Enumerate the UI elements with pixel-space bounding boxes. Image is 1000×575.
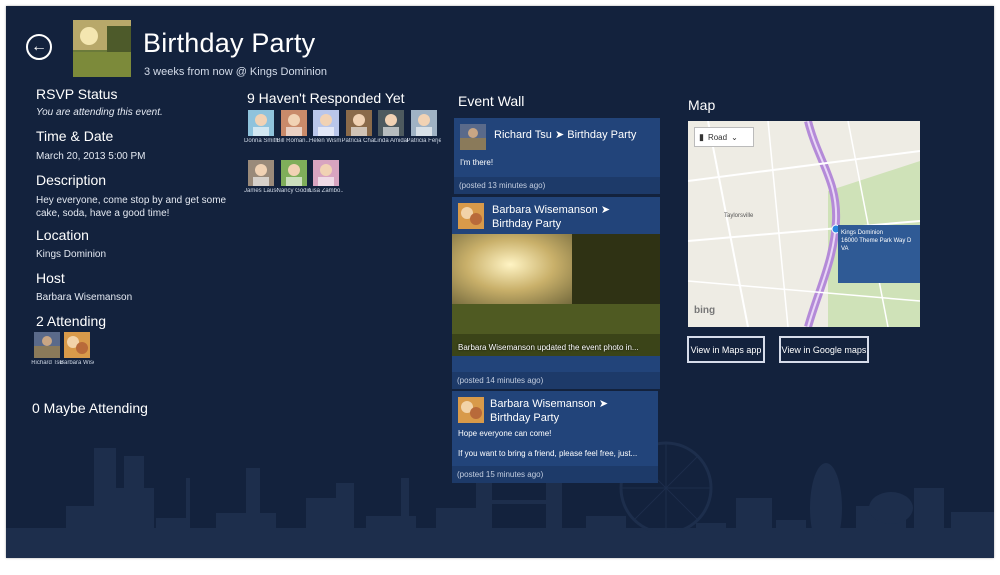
invitee-name: Nancy Goding: [276, 188, 311, 194]
attendee-name: Barbara Wisem...: [60, 360, 94, 366]
invitee[interactable]: James Lauson: [244, 160, 278, 195]
attendee-richard[interactable]: Richard Tsu: [30, 332, 64, 367]
event-subtitle: 3 weeks from now @ Kings Dominion: [144, 66, 327, 78]
avatar: [345, 110, 372, 136]
town-label: Taylorsville: [724, 213, 754, 219]
invitee-name: Linda Amidal...: [374, 138, 408, 144]
map-type-selector[interactable]: ▮ Road ⌄: [694, 127, 754, 147]
event-details-screen: ← Birthday Party 3 weeks from now @ King…: [6, 6, 994, 558]
avatar: [458, 203, 484, 229]
post-header: Barbara Wisemanson ➤ Birthday Party: [490, 397, 650, 425]
post-target: Birthday Party: [567, 129, 637, 141]
post-time: (posted 13 minutes ago): [454, 177, 660, 194]
wall-post[interactable]: Richard Tsu ➤ Birthday Party I'm there! …: [454, 118, 660, 194]
post-target: Birthday Party: [492, 218, 562, 230]
event-wall-heading: Event Wall: [458, 93, 525, 109]
post-text-line-2: If you want to bring a friend, please fe…: [458, 449, 638, 458]
avatar: [313, 160, 339, 186]
invitee-name: Donna Smith: [244, 138, 278, 144]
view-in-google-maps-button[interactable]: View in Google maps: [779, 336, 869, 363]
not-responded-heading: 9 Haven't Responded Yet: [247, 90, 405, 106]
post-text: Barbara Wisemanson updated the event pho…: [458, 343, 639, 352]
place-label-line: 16000 Theme Park Way D: [841, 238, 912, 244]
location-heading: Location: [36, 227, 89, 243]
attendee-barbara[interactable]: Barbara Wisem...: [60, 332, 94, 367]
back-arrow-icon: ←: [31, 38, 47, 55]
invitee[interactable]: Linda Amidal...: [374, 110, 408, 145]
post-author: Barbara Wisemanson: [492, 204, 598, 216]
post-text: Hope everyone can come!: [458, 429, 552, 438]
post-author: Barbara Wisemanson: [490, 398, 596, 410]
description-text: Hey everyone, come stop by and get some …: [36, 195, 227, 219]
invitee[interactable]: Patricia Ferjeb...: [407, 110, 441, 145]
back-button[interactable]: ←: [26, 34, 52, 60]
invitee-name: James Lauson: [244, 188, 278, 194]
invitee[interactable]: Helen Wism...: [309, 110, 343, 145]
post-author: Richard Tsu: [494, 129, 552, 141]
rsvp-heading: RSVP Status: [36, 86, 118, 102]
attendee-name: Richard Tsu: [31, 360, 63, 366]
invitee-name: Lisa Zambo...: [309, 188, 343, 194]
event-photo-thumbnail: [73, 20, 131, 77]
map-location-pin-label[interactable]: Kings Dominion 16000 Theme Park Way D VA: [838, 225, 920, 283]
wall-post[interactable]: Barbara Wisemanson ➤ Birthday Party Hope…: [452, 391, 658, 483]
post-arrow: ➤: [598, 398, 609, 410]
host-value: Barbara Wisemanson: [36, 292, 133, 303]
invitee[interactable]: Donna Smith: [244, 110, 278, 145]
map-view[interactable]: ▮ Road ⌄ Taylorsville Kings Dominion 160…: [688, 121, 920, 327]
time-value: March 20, 2013 5:00 PM: [36, 151, 146, 162]
bing-logo: bing: [694, 305, 716, 316]
post-target: Birthday Party: [490, 412, 560, 424]
place-label-line: Kings Dominion: [841, 230, 884, 236]
time-heading: Time & Date: [36, 128, 114, 144]
invitee[interactable]: Nancy Goding: [277, 160, 311, 195]
invitee-name: Helen Wism...: [309, 138, 343, 144]
traffic-icon: ▮: [699, 131, 704, 142]
avatar: [410, 110, 437, 136]
avatar: [280, 110, 307, 136]
invitee[interactable]: Patricia Chamb...: [342, 110, 376, 145]
avatar: [248, 110, 274, 136]
rsvp-status: You are attending this event.: [36, 107, 163, 118]
post-arrow: ➤: [554, 129, 565, 141]
invitee-name: Patricia Ferjeb...: [406, 138, 441, 144]
avatar: [313, 110, 339, 136]
maybe-heading: 0 Maybe Attending: [32, 400, 148, 416]
page-title: Birthday Party: [143, 28, 316, 58]
attending-heading: 2 Attending: [36, 313, 107, 329]
event-photo: [452, 234, 660, 356]
map-heading: Map: [688, 97, 716, 113]
post-header: Barbara Wisemanson ➤ Birthday Party: [492, 203, 652, 231]
wall-post[interactable]: Barbara Wisemanson ➤ Birthday Party Barb…: [452, 197, 660, 389]
place-label-line: VA: [841, 246, 849, 252]
avatar: [248, 160, 274, 186]
map-canvas: [688, 121, 920, 327]
view-in-maps-app-button[interactable]: View in Maps app: [687, 336, 765, 363]
chevron-down-icon: ⌄: [731, 132, 738, 142]
avatar: [64, 332, 90, 358]
post-text: I'm there!: [460, 158, 494, 167]
avatar: [34, 332, 60, 358]
post-time: (posted 14 minutes ago): [452, 372, 660, 389]
invitee[interactable]: Bill Roman...: [277, 110, 311, 145]
description-heading: Description: [36, 172, 107, 188]
invitee-name: Bill Roman...: [276, 138, 311, 144]
post-time: (posted 15 minutes ago): [452, 466, 658, 483]
invitee-name: Patricia Chamb...: [341, 138, 376, 144]
post-header: Richard Tsu ➤ Birthday Party: [494, 128, 636, 141]
post-arrow: ➤: [600, 204, 611, 216]
avatar: [460, 124, 486, 150]
avatar: [378, 110, 404, 136]
avatar: [458, 397, 484, 423]
map-type-label: Road: [707, 132, 728, 142]
avatar: [280, 160, 307, 186]
invitee[interactable]: Lisa Zambo...: [309, 160, 343, 195]
location-value: Kings Dominion: [36, 249, 107, 260]
host-heading: Host: [36, 270, 65, 286]
